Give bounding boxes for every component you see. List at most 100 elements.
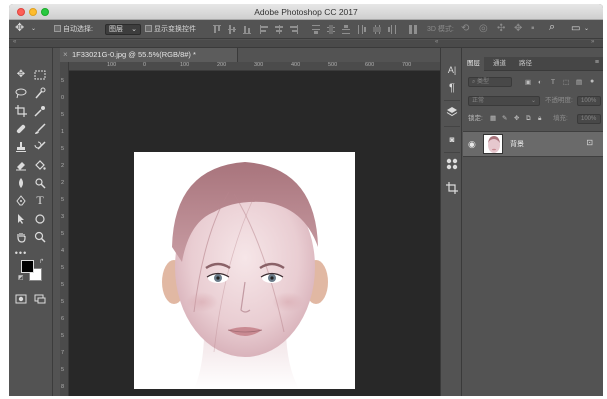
move-tool-icon[interactable]: ✥ [15,22,24,35]
collapse-dock-icon[interactable]: « [435,39,438,45]
tab-document[interactable]: × 1F33021G-0.jpg @ 55.5%(RGB/8#) * [60,48,238,62]
brush-tool-icon[interactable] [33,122,47,136]
crop-panel-icon[interactable] [444,182,460,198]
lock-all-icon[interactable]: 🔒︎ [538,113,541,124]
move-tool-icon[interactable]: ✥ [14,68,28,82]
filter-pixel-icon[interactable]: ▣ [525,77,531,88]
collapse-left-icon[interactable]: « [13,39,16,45]
lock-transparency-icon[interactable]: ▦ [490,113,496,124]
paint-bucket-tool-icon[interactable] [33,158,47,172]
paragraph-panel-icon[interactable]: ¶ [444,80,460,96]
blend-mode-dropdown[interactable]: 正常 ⌄ [468,96,540,106]
ellipse-tool-icon[interactable] [33,212,47,226]
filter-smart-object-icon[interactable]: ▤ [576,77,582,88]
lock-position-icon[interactable]: ✥ [514,113,519,124]
character-panel-icon[interactable]: A| [444,62,460,78]
align-top-icon[interactable] [213,25,221,34]
pen-tool-icon[interactable] [14,194,28,208]
zoom-tool-icon[interactable] [33,230,47,244]
screen-mode-icon[interactable] [33,292,47,306]
panel-menu-icon[interactable]: ≡ [595,59,599,66]
layer-row-background[interactable]: ◉ 背景 ⊡ [463,131,603,157]
path-selection-tool-icon[interactable] [14,212,28,226]
eraser-tool-icon[interactable] [14,158,28,172]
quick-selection-tool-icon[interactable] [33,86,47,100]
filter-shape-icon[interactable]: ⬚ [563,77,569,88]
foreground-color-swatch[interactable] [21,260,34,273]
3d-pan-icon[interactable]: ✣ [497,22,505,35]
ruler-v-tick: 5 [61,78,65,84]
close-tab-icon[interactable]: × [63,48,68,62]
history-brush-tool-icon[interactable] [33,140,47,154]
distribute-left-icon[interactable] [358,25,366,34]
distribute-bottom-icon[interactable] [342,25,350,34]
mode-3d-label: 3D 模式: [427,26,454,33]
default-colors-icon[interactable]: ◩ [18,274,24,281]
libraries-panel-icon[interactable] [444,158,460,174]
align-vcenter-icon[interactable] [228,25,236,34]
healing-brush-tool-icon[interactable] [14,122,28,136]
visibility-eye-icon[interactable]: ◉ [468,139,476,150]
distribute-top-icon[interactable] [312,25,320,34]
ruler-v-tick: 5 [61,112,65,118]
tab-paths[interactable]: 路径 [515,57,536,71]
vertical-ruler: 5 0 5 1 5 2 2 5 3 5 4 5 5 5 6 5 7 5 8 [60,62,69,396]
auto-align-icon[interactable] [409,25,417,34]
auto-select-dropdown[interactable]: 图层 ⌄ [105,24,141,35]
clone-stamp-tool-icon[interactable] [14,140,28,154]
layer-name[interactable]: 背景 [510,139,524,149]
layers-panel-tabs: 图层 通道 路径 ≡ [463,57,603,71]
filter-toggle-icon[interactable]: ● [590,76,594,87]
quick-mask-icon[interactable] [14,292,28,306]
dodge-tool-icon[interactable] [33,176,47,190]
show-transform-checkbox[interactable]: 显示变换控件 [145,23,196,36]
workspace-chevron-icon[interactable]: ⌄ [584,23,589,36]
filter-kind-dropdown[interactable]: ⌕ 类型 [468,77,512,87]
lock-artboard-icon[interactable]: ⧉ [526,113,531,124]
distribute-vcenter-icon[interactable] [327,25,335,34]
search-icon[interactable]: ⌕ [549,21,555,34]
align-hcenter-icon[interactable] [275,25,283,34]
eyedropper-tool-icon[interactable] [33,104,47,118]
ruler-v-tick: 5 [61,299,65,305]
fill-field[interactable]: 100% [577,114,601,124]
blur-tool-icon[interactable] [14,176,28,190]
auto-select-checkbox[interactable]: 自动选择: [54,23,93,36]
layers-panel-icon[interactable] [444,106,460,122]
edit-toolbar-icon[interactable]: ••• [14,246,28,260]
type-tool-icon[interactable]: T [33,193,47,207]
tools-panel: ✥ T ••• ◩ ↱ [9,48,53,396]
tab-channels[interactable]: 通道 [489,57,510,71]
align-left-icon[interactable] [260,25,268,34]
lock-pixels-icon[interactable]: ✎ [502,113,507,124]
marquee-tool-icon[interactable] [33,68,47,82]
distribute-hcenter-icon[interactable] [373,25,381,34]
lasso-tool-icon[interactable] [14,86,28,100]
3d-slide-icon[interactable]: ✥ [514,22,522,35]
lock-label: 锁定: [468,115,483,122]
3d-scale-icon[interactable]: ▪ [531,22,535,35]
hand-tool-icon[interactable] [14,230,28,244]
opacity-label: 不透明度: [545,97,573,104]
ruler-h-tick: 600 [365,62,375,68]
3d-orbit-icon[interactable]: ⟲ [461,22,469,35]
collapse-panel-icon[interactable]: » [591,39,594,45]
canvas-area[interactable] [69,71,440,396]
dock-divider [444,126,460,127]
swap-colors-icon[interactable]: ↱ [39,258,44,265]
workspace-icon[interactable]: ▭ [571,22,580,35]
adjustments-panel-icon[interactable]: ◙ [444,132,460,148]
filter-adjustment-icon[interactable]: ◐ [538,77,542,88]
ruler-v-tick: 5 [61,282,65,288]
filter-type-icon[interactable]: T [551,77,555,88]
crop-tool-icon[interactable] [14,104,28,118]
ruler-h-tick: 100 [107,62,117,68]
document-image[interactable] [134,152,355,389]
align-bottom-icon[interactable] [243,25,251,34]
opacity-field[interactable]: 100% [577,96,601,106]
distribute-right-icon[interactable] [388,25,396,34]
tab-layers[interactable]: 图层 [463,57,484,71]
align-right-icon[interactable] [290,25,298,34]
tool-preset-chevron-icon[interactable]: ⌄ [31,23,36,36]
3d-roll-icon[interactable]: ◎ [479,22,488,35]
